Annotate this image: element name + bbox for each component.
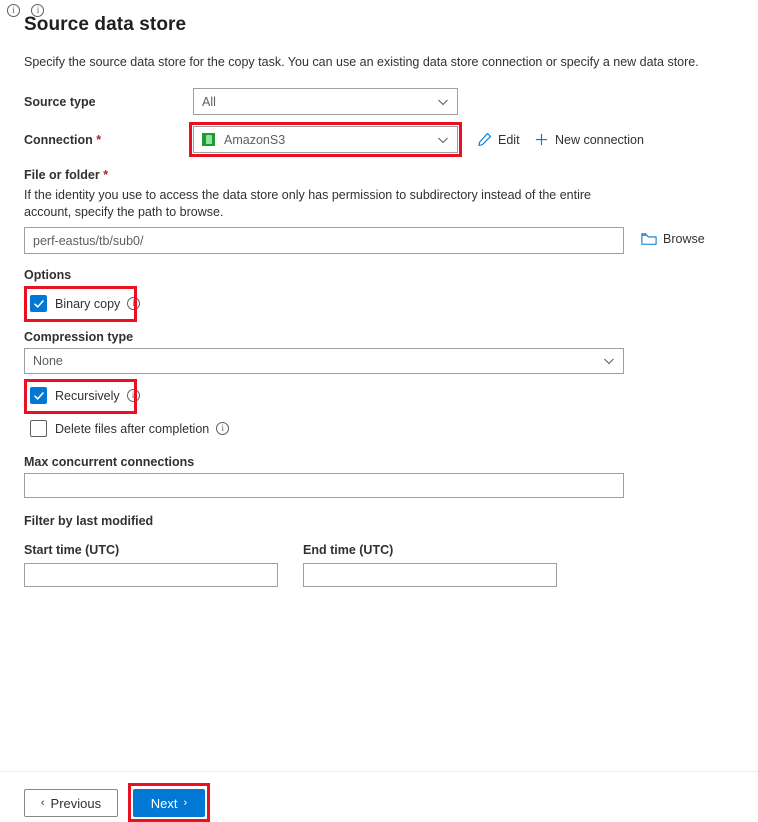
browse-button[interactable]: Browse — [641, 232, 705, 246]
file-or-folder-input[interactable] — [24, 227, 624, 254]
chevron-down-icon — [603, 355, 615, 367]
file-or-folder-label-text: File or folder — [24, 168, 100, 182]
page-description: Specify the source data store for the co… — [24, 55, 699, 69]
compression-type-dropdown[interactable]: None — [24, 348, 624, 374]
new-connection-button[interactable]: New connection — [534, 132, 644, 147]
max-concurrent-connections-label: Max concurrent connections — [24, 455, 194, 469]
delete-files-checkbox-box[interactable] — [30, 420, 47, 437]
connection-label: Connection * — [24, 133, 101, 147]
next-button[interactable]: Next › — [133, 789, 205, 817]
file-or-folder-required-marker: * — [103, 168, 109, 182]
chevron-right-icon: › — [183, 797, 188, 809]
binary-copy-label: Binary copy — [55, 296, 121, 311]
recursively-checkbox-box[interactable] — [30, 387, 47, 404]
plus-icon — [534, 132, 549, 147]
chevron-down-icon — [437, 134, 449, 146]
max-concurrent-connections-input[interactable] — [24, 473, 624, 498]
source-type-dropdown[interactable]: All — [193, 88, 458, 115]
binary-copy-checkbox-box[interactable] — [30, 295, 47, 312]
edit-connection-label: Edit — [498, 132, 520, 147]
page-title: Source data store — [24, 14, 187, 35]
start-time-input[interactable] — [24, 563, 278, 587]
source-type-value: All — [202, 94, 216, 109]
recursively-checkbox[interactable]: Recursively i — [30, 387, 140, 404]
chevron-down-icon — [437, 96, 449, 108]
footer-divider — [0, 771, 758, 772]
delete-files-label: Delete files after completion — [55, 421, 210, 436]
compression-type-value: None — [33, 354, 63, 368]
pencil-icon — [477, 132, 492, 147]
source-type-label: Source type — [24, 95, 96, 109]
file-or-folder-help-text: If the identity you use to access the da… — [24, 188, 591, 219]
end-time-label: End time (UTC) — [303, 543, 394, 557]
info-icon[interactable]: i — [126, 389, 140, 402]
connection-required-marker: * — [96, 133, 102, 147]
folder-icon — [641, 232, 657, 246]
info-icon[interactable]: i — [216, 422, 230, 435]
filter-by-last-modified-label: Filter by last modified — [24, 514, 154, 528]
source-data-store-page: Source data store Specify the source dat… — [0, 0, 758, 822]
info-icon[interactable]: i — [7, 4, 20, 17]
recursively-label: Recursively — [55, 388, 120, 403]
connection-label-text: Connection — [24, 133, 93, 147]
previous-button-label: Previous — [50, 795, 102, 811]
edit-connection-button[interactable]: Edit — [477, 132, 520, 147]
start-time-label: Start time (UTC) — [24, 543, 120, 557]
amazon-s3-icon — [202, 133, 215, 146]
max-concurrent-connections-label-text: Max concurrent connections — [24, 455, 195, 469]
browse-label: Browse — [663, 232, 705, 246]
binary-copy-checkbox[interactable]: Binary copy i — [30, 295, 141, 312]
connection-dropdown[interactable]: AmazonS3 — [193, 126, 458, 153]
end-time-input[interactable] — [303, 563, 557, 587]
compression-type-label: Compression type — [24, 330, 134, 344]
info-icon[interactable]: i — [127, 297, 141, 310]
previous-button[interactable]: ‹ Previous — [24, 789, 118, 817]
options-label: Options — [24, 268, 72, 282]
connection-value: AmazonS3 — [224, 132, 286, 147]
next-button-label: Next — [150, 795, 178, 811]
chevron-left-icon: ‹ — [40, 797, 45, 809]
delete-files-checkbox[interactable]: Delete files after completion i — [30, 420, 230, 437]
new-connection-label: New connection — [555, 132, 644, 147]
file-or-folder-label: File or folder * — [24, 168, 108, 182]
